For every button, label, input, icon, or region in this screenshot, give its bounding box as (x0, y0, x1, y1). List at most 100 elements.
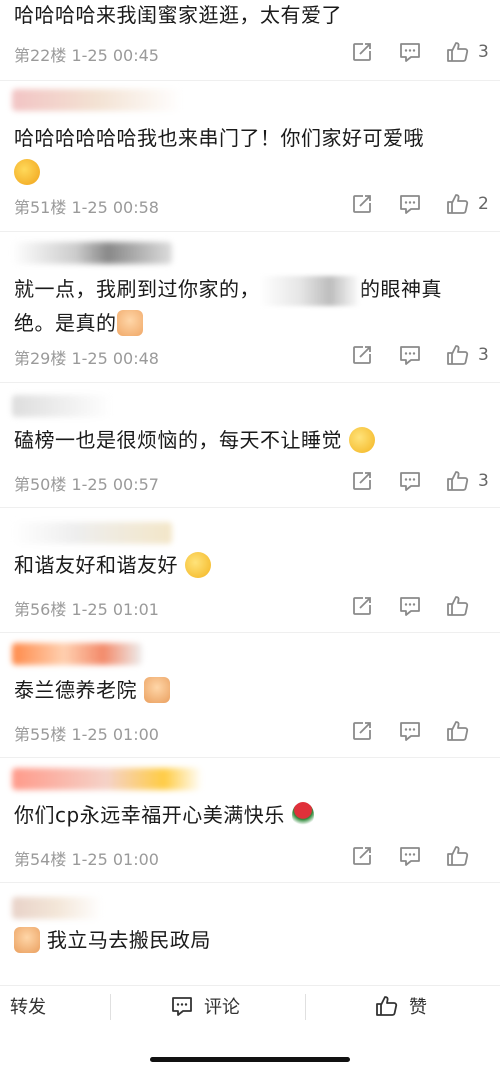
username-redacted (12, 897, 102, 919)
timestamp: 1-25 00:48 (71, 349, 159, 368)
timestamp: 1-25 01:00 (71, 850, 159, 869)
comment-button[interactable]: 评论 (170, 986, 300, 1026)
comment-text-content: 磕榜一也是很烦恼的，每天不让睡觉 (14, 428, 342, 452)
comment-meta: 第22楼 1-25 00:45 (14, 42, 159, 66)
comment-text-part: 的眼神真 (360, 277, 442, 301)
comment-meta: 第54楼 1-25 01:00 (14, 846, 159, 870)
floor-number: 第50楼 (14, 475, 67, 494)
comment-actions: 2 (330, 188, 490, 220)
comment-actions: 3 (330, 339, 490, 371)
timestamp: 1-25 00:57 (71, 475, 159, 494)
reply-icon[interactable] (394, 590, 426, 622)
comment-label: 评论 (204, 997, 240, 1018)
bottom-action-bar: 转发 评论 赞 (0, 985, 500, 1067)
repost-icon[interactable] (346, 465, 378, 497)
comment-meta: 第29楼 1-25 00:48 (14, 345, 159, 369)
comment-text-content: 泰兰德养老院 (14, 678, 137, 702)
comment-actions (330, 715, 490, 747)
comment-item: 你们cp永远幸福开心美满快乐 第54楼 1-25 01:00 (0, 758, 500, 882)
reply-icon[interactable] (394, 36, 426, 68)
comment-item: 泰兰德养老院 第55楼 1-25 01:00 (0, 633, 500, 757)
like-icon[interactable] (442, 36, 474, 68)
like-icon[interactable] (442, 188, 474, 220)
like-count: 3 (478, 471, 489, 491)
thumbs-up-icon (375, 995, 399, 1017)
like-icon[interactable] (442, 465, 474, 497)
comment-item: 就一点，我刷到过你家的， 的眼神真绝。是真的 第29楼 1-25 00:48 3 (0, 232, 500, 382)
timestamp: 1-25 01:00 (71, 725, 159, 744)
victory-hands-emoji-icon (116, 309, 143, 336)
floor-number: 第55楼 (14, 725, 67, 744)
comment-feed: 哈哈哈哈来我闺蜜家逛逛，太有爱了 第22楼 1-25 00:45 3 哈哈哈哈哈… (0, 0, 500, 985)
comment-actions (330, 840, 490, 872)
comment-item: 和谐友好和谐友好 第56楼 1-25 01:01 (0, 508, 500, 632)
comment-item: 哈哈哈哈哈哈我也来串门了！你们家好可爱哦 第51楼 1-25 00:58 2 (0, 81, 500, 231)
repost-icon[interactable] (346, 36, 378, 68)
repost-button[interactable]: 转发 (10, 986, 100, 1026)
timestamp: 1-25 00:45 (71, 46, 159, 65)
reply-icon[interactable] (394, 715, 426, 747)
username-redacted (12, 522, 172, 544)
username-redacted (12, 89, 182, 111)
like-icon[interactable] (442, 590, 474, 622)
comment-text: 泰兰德养老院 (14, 673, 486, 707)
bar-divider (110, 994, 111, 1020)
floor-number: 第56楼 (14, 600, 67, 619)
repost-icon[interactable] (346, 339, 378, 371)
comment-text: 哈哈哈哈来我闺蜜家逛逛，太有爱了 (14, 3, 342, 27)
face-emoji-icon (348, 426, 375, 453)
comment-item: 哈哈哈哈来我闺蜜家逛逛，太有爱了 第22楼 1-25 00:45 3 (0, 0, 500, 80)
comment-meta: 第51楼 1-25 00:58 (14, 194, 159, 218)
timestamp: 1-25 01:01 (71, 600, 159, 619)
reply-icon[interactable] (394, 339, 426, 371)
like-icon[interactable] (442, 715, 474, 747)
grin-emoji-icon (184, 551, 211, 578)
like-label: 赞 (409, 997, 427, 1018)
rose-emoji-icon (291, 801, 314, 828)
like-count: 3 (478, 42, 489, 62)
like-icon[interactable] (442, 840, 474, 872)
like-count: 2 (478, 194, 489, 214)
like-count: 3 (478, 345, 489, 365)
bar-divider (305, 994, 306, 1020)
comment-text-content: 和谐友好和谐友好 (14, 553, 178, 577)
reply-icon[interactable] (394, 465, 426, 497)
repost-label: 转发 (10, 997, 46, 1018)
comment-meta: 第50楼 1-25 00:57 (14, 471, 159, 495)
comment-actions: 3 (330, 36, 490, 68)
comment-text-content: 你们cp永远幸福开心美满快乐 (14, 803, 285, 827)
comment-text: 哈哈哈哈哈哈我也来串门了！你们家好可爱哦 (14, 121, 486, 189)
repost-icon[interactable] (346, 188, 378, 220)
comment-text: 和谐友好和谐友好 (14, 548, 486, 582)
like-icon[interactable] (442, 339, 474, 371)
comment-text-part: 绝。是真的 (14, 311, 117, 335)
repost-icon[interactable] (346, 715, 378, 747)
thumbs-up-emoji-icon (143, 676, 170, 703)
comment-text: 就一点，我刷到过你家的， 的眼神真绝。是真的 (14, 272, 486, 340)
comment-text-content: 我立马去搬民政局 (46, 928, 211, 952)
reply-icon[interactable] (394, 188, 426, 220)
comment-meta: 第56楼 1-25 01:01 (14, 596, 159, 620)
comment-meta: 第55楼 1-25 01:00 (14, 721, 159, 745)
username-redacted (12, 242, 172, 264)
comment-text: 我立马去搬民政局 (14, 923, 486, 957)
home-indicator[interactable] (150, 1057, 350, 1062)
floor-number: 第51楼 (14, 198, 67, 217)
repost-icon[interactable] (346, 590, 378, 622)
username-redacted (12, 395, 112, 417)
floor-number: 第22楼 (14, 46, 67, 65)
floor-number: 第54楼 (14, 850, 67, 869)
redacted-text (260, 275, 360, 306)
comment-text-content: 哈哈哈哈哈哈我也来串门了！你们家好可爱哦 (14, 126, 424, 150)
comment-item: 我立马去搬民政局 (0, 883, 500, 985)
comment-text: 你们cp永远幸福开心美满快乐 (14, 798, 486, 832)
comment-item: 磕榜一也是很烦恼的，每天不让睡觉 第50楼 1-25 00:57 3 (0, 383, 500, 507)
repost-icon[interactable] (346, 840, 378, 872)
comment-icon (170, 995, 194, 1017)
comment-actions: 3 (330, 465, 490, 497)
thumbs-up-emoji-icon (14, 926, 40, 953)
comment-text-part: 就一点，我刷到过你家的， (14, 277, 260, 301)
username-redacted (12, 768, 202, 790)
reply-icon[interactable] (394, 840, 426, 872)
like-button[interactable]: 赞 (375, 986, 475, 1026)
